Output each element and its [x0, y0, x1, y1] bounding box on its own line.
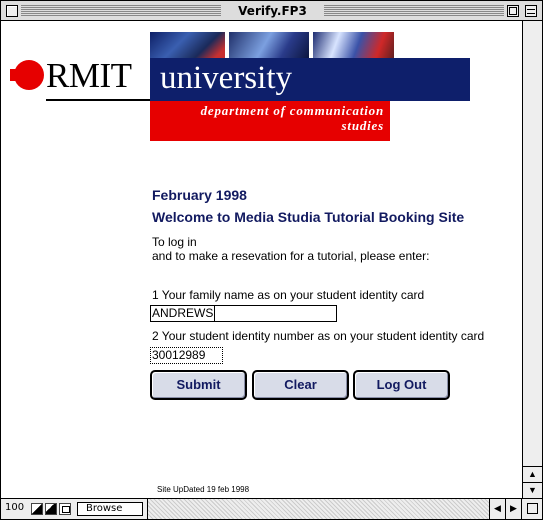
header-photo-strip — [150, 32, 394, 58]
mode-selector[interactable]: Browse — [77, 502, 143, 516]
up-arrow-icon[interactable]: ▲ — [523, 466, 542, 482]
left-arrow-icon[interactable]: ◀ — [489, 499, 505, 519]
down-arrow-icon[interactable]: ▼ — [523, 482, 542, 498]
status-bar: 100 Browse ◀ ▶ — [1, 498, 542, 519]
submit-button[interactable]: Submit — [150, 370, 247, 400]
zoom-level[interactable]: 100 — [5, 502, 24, 513]
department-text: department of communication studies — [150, 103, 384, 133]
intro-text: and to make a resevation for a tutorial,… — [152, 249, 430, 263]
close-box-icon[interactable] — [6, 5, 18, 17]
university-text: university — [160, 60, 292, 96]
clear-button[interactable]: Clear — [252, 370, 349, 400]
header-photo — [150, 32, 225, 58]
collapse-box-icon[interactable] — [525, 5, 537, 17]
zoom-in-icon[interactable] — [45, 503, 57, 515]
right-arrow-icon[interactable]: ▶ — [505, 499, 521, 519]
title-stripes — [324, 5, 504, 16]
resize-handle-icon[interactable] — [521, 499, 542, 519]
app-window: Verify.FP3 RMIT university department of… — [0, 0, 543, 520]
zoom-out-icon[interactable] — [31, 503, 43, 515]
site-updated-note: Site UpDated 19 feb 1998 — [157, 485, 250, 494]
vertical-scrollbar[interactable]: ▲ ▼ — [522, 21, 542, 498]
header-photo — [229, 32, 309, 58]
page-date: February 1998 — [152, 187, 247, 203]
horizontal-scrollbar[interactable] — [147, 499, 507, 519]
page-content: RMIT university department of communicat… — [2, 22, 522, 498]
department-line-1: department of communication — [200, 103, 384, 118]
family-name-field[interactable]: ANDREWS — [150, 305, 337, 322]
title-stripes — [21, 5, 221, 16]
rmit-logo-text: RMIT — [46, 56, 132, 95]
intro-text: To log in — [152, 235, 197, 249]
family-name-value[interactable]: ANDREWS — [152, 306, 216, 321]
header-photo — [313, 32, 394, 58]
title-bar[interactable]: Verify.FP3 — [1, 1, 542, 21]
family-name-label: 1 Your family name as on your student id… — [152, 288, 425, 302]
student-id-field[interactable]: 30012989 — [150, 347, 223, 364]
rmit-logo-mark — [10, 60, 44, 90]
window-title: Verify.FP3 — [221, 3, 324, 19]
log-out-button[interactable]: Log Out — [353, 370, 450, 400]
zoom-box-icon[interactable] — [507, 5, 519, 17]
department-line-2: studies — [341, 118, 384, 133]
student-id-label: 2 Your student identity number as on you… — [152, 329, 485, 343]
page-title: Welcome to Media Studia Tutorial Booking… — [152, 209, 465, 225]
status-area-icon[interactable] — [59, 503, 71, 515]
logo-underline — [46, 99, 150, 101]
